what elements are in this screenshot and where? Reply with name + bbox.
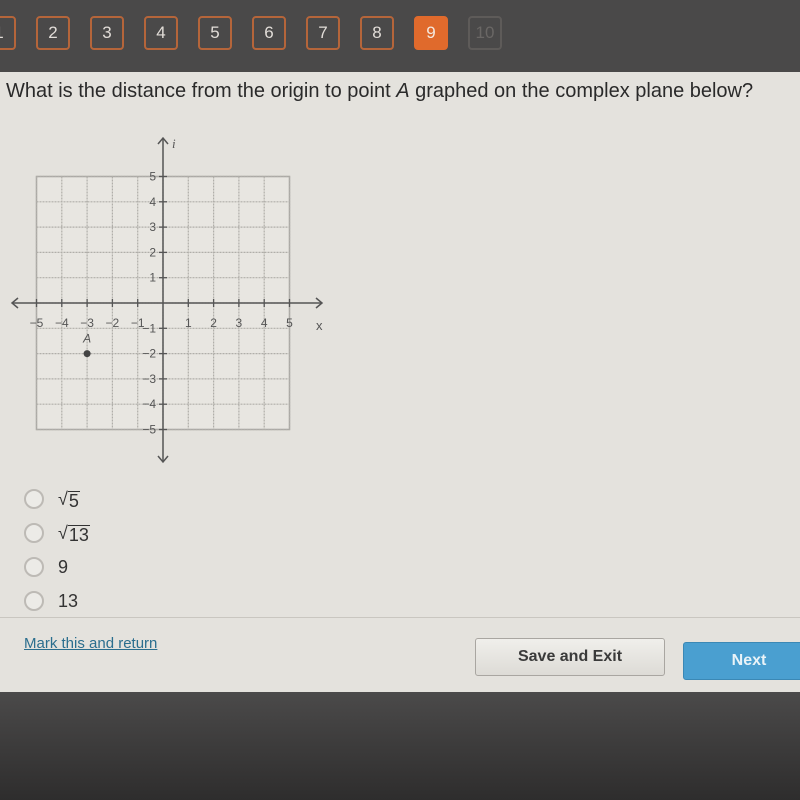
divider bbox=[0, 617, 800, 618]
answer-choice[interactable]: √ 13 bbox=[24, 520, 90, 546]
question-nav-button-2[interactable]: 2 bbox=[36, 16, 70, 50]
next-button[interactable]: Next bbox=[683, 642, 800, 680]
save-and-exit-button[interactable]: Save and Exit bbox=[475, 638, 665, 676]
question-variable: A bbox=[396, 80, 410, 102]
x-tick-label: −2 bbox=[106, 316, 120, 330]
y-axis-label: i bbox=[172, 136, 176, 151]
question-nav-button-6[interactable]: 6 bbox=[252, 16, 286, 50]
point-a-label: A bbox=[82, 332, 91, 346]
choice-value: 5 bbox=[67, 490, 80, 511]
question-nav-button-3[interactable]: 3 bbox=[90, 16, 124, 50]
question-text-before: What is the distance from the origin to … bbox=[6, 80, 397, 102]
question-nav-button-7[interactable]: 7 bbox=[306, 16, 340, 50]
radio-button[interactable] bbox=[24, 557, 44, 577]
radio-button[interactable] bbox=[24, 591, 44, 611]
answer-choice[interactable]: √ 5 bbox=[24, 486, 90, 512]
x-tick-label: 4 bbox=[261, 316, 268, 330]
y-tick-label: 3 bbox=[149, 220, 156, 234]
y-tick-label: 4 bbox=[149, 195, 156, 209]
question-text: What is the distance from the origin to … bbox=[6, 80, 753, 103]
y-tick-label: 5 bbox=[149, 170, 156, 184]
x-tick-label: 2 bbox=[210, 316, 217, 330]
x-axis-label: x bbox=[316, 318, 323, 333]
answer-choice[interactable]: 9 bbox=[24, 554, 90, 580]
complex-plane-graph: xi−5 −4 −3 −2 −1 1 2 3 4 554321−1−2−3−4−5A bbox=[10, 136, 324, 464]
sqrt-expression: √ 5 bbox=[58, 489, 80, 510]
sqrt-symbol: √ bbox=[58, 522, 68, 543]
question-nav-button-9[interactable]: 9 bbox=[414, 16, 448, 50]
sqrt-symbol: √ bbox=[58, 488, 68, 509]
point-a-marker bbox=[83, 350, 91, 358]
y-tick-label: −2 bbox=[142, 347, 156, 361]
question-nav-button-8[interactable]: 8 bbox=[360, 16, 394, 50]
question-nav-button-10: 10 bbox=[468, 16, 502, 50]
answer-choices: √ 5 √ 13 9 13 bbox=[24, 486, 90, 622]
question-panel: What is the distance from the origin to … bbox=[0, 72, 800, 692]
y-tick-label: 2 bbox=[149, 245, 156, 259]
choice-value: 13 bbox=[58, 590, 79, 611]
monitor-bezel bbox=[0, 692, 800, 800]
y-tick-label: −1 bbox=[142, 321, 156, 335]
x-tick-label: 3 bbox=[236, 316, 243, 330]
answer-choice[interactable]: 13 bbox=[24, 588, 90, 614]
question-nav: 123456789 10 bbox=[0, 16, 502, 50]
sqrt-expression: √ 13 bbox=[58, 523, 90, 544]
y-tick-label: −4 bbox=[142, 397, 156, 411]
question-nav-bar: 123456789 10 bbox=[0, 0, 800, 72]
mark-and-return-link[interactable]: Mark this and return bbox=[24, 635, 157, 652]
x-tick-label: −4 bbox=[55, 316, 69, 330]
radio-button[interactable] bbox=[24, 523, 44, 543]
choice-value: 9 bbox=[58, 556, 69, 577]
y-tick-label: 1 bbox=[149, 271, 156, 285]
x-tick-label: 1 bbox=[185, 316, 192, 330]
choice-value: 13 bbox=[67, 524, 90, 545]
question-nav-button-4[interactable]: 4 bbox=[144, 16, 178, 50]
x-tick-label: 5 bbox=[286, 316, 293, 330]
y-tick-label: −5 bbox=[142, 423, 156, 437]
question-nav-button-5[interactable]: 5 bbox=[198, 16, 232, 50]
y-tick-label: −3 bbox=[142, 372, 156, 386]
radio-button[interactable] bbox=[24, 489, 44, 509]
x-tick-label: −5 bbox=[30, 316, 44, 330]
x-tick-label: −3 bbox=[80, 316, 94, 330]
question-nav-button-1[interactable]: 1 bbox=[0, 16, 16, 50]
question-text-after: graphed on the complex plane below? bbox=[409, 80, 754, 102]
